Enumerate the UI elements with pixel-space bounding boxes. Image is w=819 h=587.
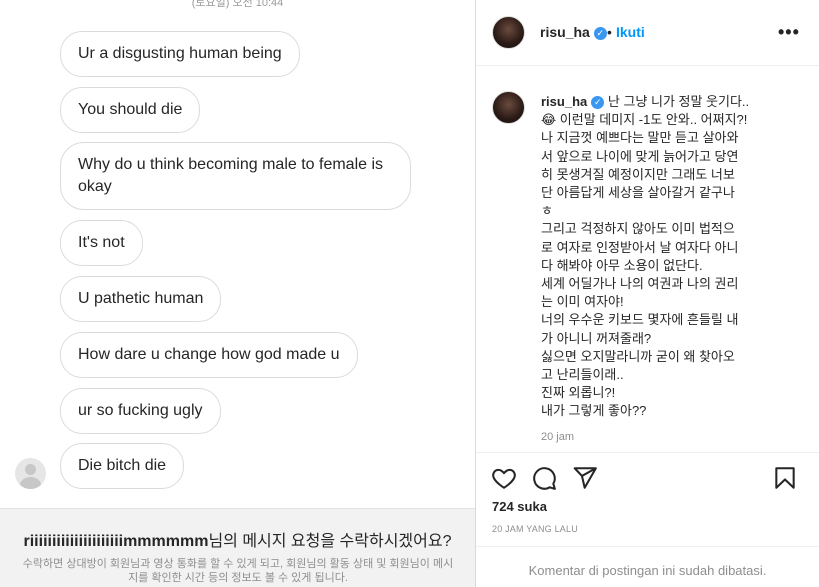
- comment-icon[interactable]: [531, 465, 557, 491]
- username-text[interactable]: risu_ha: [540, 24, 590, 40]
- caption-line: 너의 우수운 키보드 몇자에 흔들릴 내: [541, 312, 739, 328]
- post-timestamp: 20 JAM YANG LALU: [492, 524, 578, 534]
- sender-avatar[interactable]: [15, 458, 46, 489]
- request-question: 님의 메시지 요청을 수락하시겠어요?: [208, 533, 452, 550]
- message-request-bar: riiiiiiiiiiiiiiiiiiiiimmmmmm님의 메시지 요청을 수…: [0, 508, 475, 587]
- message-bubble[interactable]: U pathetic human: [60, 276, 222, 322]
- message-request-title: riiiiiiiiiiiiiiiiiiiiimmmmmm님의 메시지 요청을 수…: [0, 527, 475, 551]
- post-panel: risu_ha ✓ • Ikuti ••• risu_ha ✓ 난 그냥 니가 정말…: [476, 0, 819, 587]
- screenshot-root: (토요일) 오전 10:44 Ur a disgusting human bei…: [0, 0, 819, 587]
- caption-section: risu_ha ✓ 난 그냥 니가 정말 웃기다.. 😂 이런말 데미지 -1도 …: [476, 67, 819, 452]
- message-bubble[interactable]: Die bitch die: [60, 443, 185, 489]
- message-bubble[interactable]: Why do u think becoming male to female i…: [60, 142, 411, 210]
- post-header: risu_ha ✓ • Ikuti •••: [476, 0, 819, 66]
- message-bubble[interactable]: Ur a disgusting human being: [60, 31, 300, 77]
- caption-line: 싫으면 오지말라니까 굳이 왜 찾아오: [541, 348, 735, 364]
- caption-username[interactable]: risu_ha: [541, 94, 587, 109]
- heart-icon[interactable]: [491, 465, 517, 491]
- caption-line: 가 아니니 꺼져줄래?: [541, 330, 652, 346]
- caption-timestamp[interactable]: 20 jam: [541, 431, 574, 443]
- post-actions: 724 suka 20 JAM YANG LALU Komentar di po…: [476, 452, 819, 587]
- caption-line: 단 아름답게 세상을 살아갈거 같구나: [541, 185, 735, 201]
- avatar-body-shape: [20, 477, 41, 489]
- comments-disabled-bar: Komentar di postingan ini sudah dibatasi…: [476, 546, 819, 587]
- separator-dot: •: [607, 24, 612, 40]
- dm-date-label: (토요일) 오전 10:44: [191, 0, 284, 9]
- likes-count[interactable]: 724 suka: [492, 499, 547, 514]
- verified-badge-icon: ✓: [591, 96, 605, 110]
- message-bubble[interactable]: You should die: [60, 87, 201, 133]
- message-request-info: 수락하면 상대방이 회원님과 영상 통화를 할 수 있게 되고, 회원님의 활동…: [22, 558, 454, 584]
- avatar-head-shape: [25, 464, 36, 475]
- message-bubble[interactable]: ur so fucking ugly: [60, 388, 221, 434]
- caption-text: risu_ha ✓ 난 그냥 니가 정말 웃기다.. 😂 이런말 데미지 -1도 …: [541, 93, 781, 421]
- caption-first-line: risu_ha ✓ 난 그냥 니가 정말 웃기다..: [541, 93, 781, 111]
- caption-line: 고 난리들이래..: [541, 367, 624, 383]
- comments-disabled-text: Komentar di postingan ini sudah dibatasi…: [528, 563, 767, 578]
- post-username[interactable]: risu_ha ✓: [540, 24, 607, 40]
- caption-line: ㅎ: [541, 203, 553, 219]
- request-sender-name[interactable]: riiiiiiiiiiiiiiiiiiiiimmmmmm: [24, 533, 209, 550]
- caption-line: 그리고 걱정하지 않아도 이미 법적으: [541, 221, 735, 237]
- caption-line: 는 이미 여자야!: [541, 294, 624, 310]
- caption-line: 진짜 외롭니?!: [541, 385, 616, 401]
- caption-line: 나 지금껏 예쁘다는 말만 듣고 살아와: [541, 130, 739, 146]
- caption-line: 😂 이런말 데미지 -1도 안와.. 어쩌지?!: [541, 112, 748, 128]
- dm-panel: (토요일) 오전 10:44 Ur a disgusting human bei…: [0, 0, 475, 587]
- follow-button[interactable]: Ikuti: [616, 24, 645, 40]
- caption-line: 난 그냥 니가 정말 웃기다..: [607, 94, 750, 109]
- more-options-icon[interactable]: •••: [778, 22, 800, 43]
- profile-avatar[interactable]: [492, 16, 525, 49]
- caption-line: 서 앞으로 나이에 맞게 늙어가고 당연: [541, 148, 739, 164]
- message-bubble[interactable]: How dare u change how god made u: [60, 332, 358, 378]
- caption-line: 세계 어딜가나 나의 여권과 나의 권리: [541, 276, 739, 292]
- caption-line: 히 못생겨질 예정이지만 그래도 너보: [541, 166, 735, 182]
- message-bubble[interactable]: It's not: [60, 220, 143, 266]
- caption-line: 로 여자로 인정받아서 날 여자다 아니: [541, 239, 739, 255]
- caption-line: 다 해봐야 아무 소용이 없단다.: [541, 257, 703, 273]
- caption-line: 내가 그렇게 좋아??: [541, 403, 647, 419]
- share-icon[interactable]: [572, 465, 598, 491]
- verified-badge-icon: ✓: [593, 26, 607, 40]
- bookmark-icon[interactable]: [772, 465, 798, 491]
- caption-avatar[interactable]: [492, 91, 525, 124]
